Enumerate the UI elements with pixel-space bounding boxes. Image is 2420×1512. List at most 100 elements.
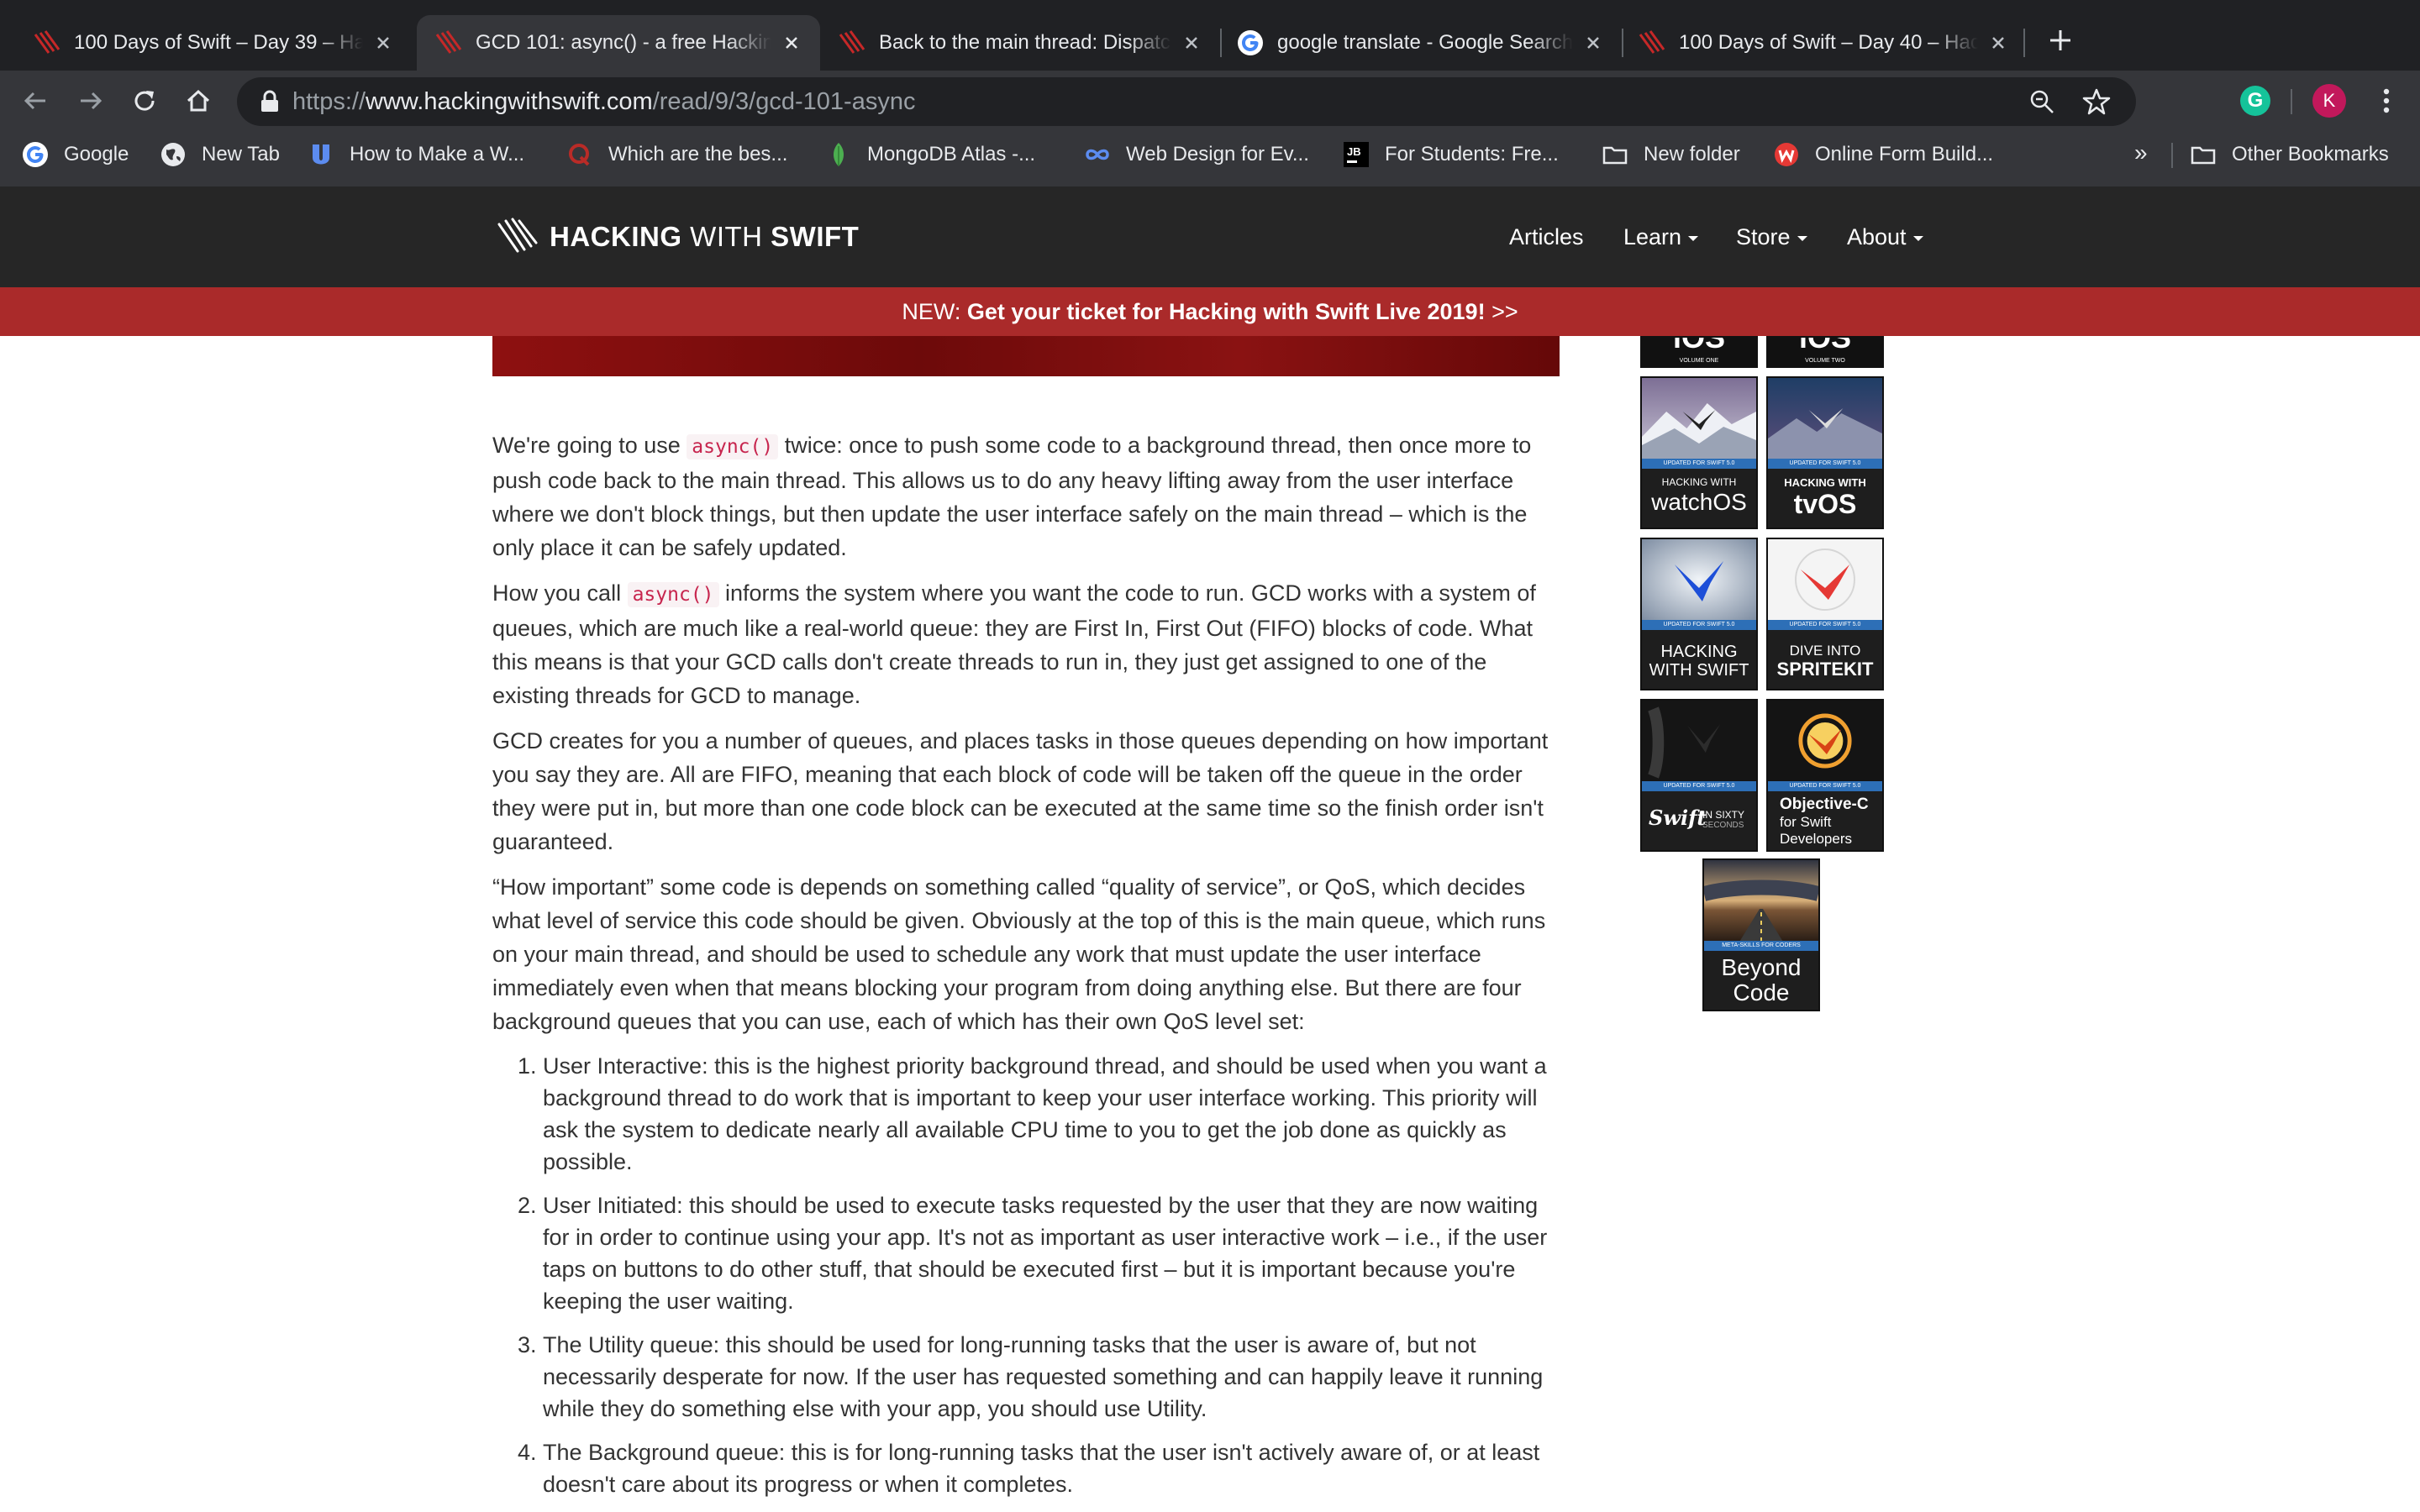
- book-hacking-with-watchos[interactable]: UPDATED FOR SWIFT 5.0 HACKING WITH watch…: [1640, 376, 1758, 529]
- book-dive-into-spritekit[interactable]: UPDATED FOR SWIFT 5.0 DIVE INTO SPRITEKI…: [1766, 538, 1884, 690]
- jetbrains-icon: JB: [1344, 142, 1369, 167]
- book-hacking-with-tvos[interactable]: UPDATED FOR SWIFT 5.0 HACKING WITH tvOS: [1766, 376, 1884, 529]
- logo-word-with: WITH: [681, 221, 771, 252]
- bookmark-other-bookmarks[interactable]: Other Bookmarks: [2190, 131, 2389, 178]
- book-title-line1: DIVE INTO: [1789, 643, 1861, 659]
- bookmark-new-folder[interactable]: New folder: [1602, 131, 1740, 178]
- browser-tab-strip: 100 Days of Swift – Day 39 – Hacking wit…: [0, 0, 2420, 71]
- infinity-icon: [1086, 149, 1109, 160]
- u-logo-icon: [313, 144, 329, 165]
- article-body: We're going to use async() twice: once t…: [492, 428, 1560, 1512]
- profile-avatar[interactable]: K: [2312, 84, 2346, 118]
- tab-day-39[interactable]: 100 Days of Swift – Day 39 – Hacking wit…: [0, 15, 412, 71]
- close-tab-icon[interactable]: [1581, 31, 1605, 55]
- zoom-icon[interactable]: [2028, 88, 2055, 115]
- book-ios-volume-two[interactable]: iOS VOLUME TWO: [1766, 336, 1884, 368]
- close-tab-icon[interactable]: [780, 31, 803, 55]
- leaf-icon: [834, 143, 844, 166]
- tab-separator: [2023, 29, 2025, 57]
- book-pretitle: HACKING WITH: [1784, 476, 1866, 489]
- new-tab-plus-icon[interactable]: [2044, 24, 2077, 57]
- inline-code: async(): [687, 434, 779, 459]
- bookmark-online-form[interactable]: Online Form Build...: [1773, 131, 1993, 178]
- tab-gcd-101[interactable]: GCD 101: async() - a free Hacking with S…: [417, 15, 820, 71]
- close-tab-icon[interactable]: [371, 31, 395, 55]
- bookmark-web-design[interactable]: Web Design for Ev...: [1084, 131, 1309, 178]
- book-band: UPDATED FOR SWIFT 5.0: [1768, 620, 1882, 630]
- tab-google-translate[interactable]: google translate - Google Search: [1222, 15, 1622, 71]
- reload-icon[interactable]: [128, 84, 161, 118]
- bookmark-label: For Students: Fre...: [1385, 143, 1559, 165]
- book-objective-c-for-swift-developers[interactable]: UPDATED FOR SWIFT 5.0 Objective-C for Sw…: [1766, 699, 1884, 852]
- globe-icon: [161, 143, 185, 166]
- hws-favicon-icon: [839, 30, 865, 54]
- logo-word-swift: SWIFT: [771, 221, 860, 252]
- bookmark-label: New folder: [1644, 143, 1740, 165]
- browser-toolbar: https://www.hackingwithswift.com/read/9/…: [0, 71, 2420, 131]
- book-title-line1: Objective-C: [1780, 795, 1869, 813]
- book-beyond-code[interactable]: META-SKILLS FOR CODERS Beyond Code: [1702, 858, 1820, 1011]
- book-cover-art: [1642, 701, 1756, 781]
- tab-title: 100 Days of Swift – Day 40 – Hacking wit…: [1679, 31, 1978, 54]
- nav-learn-dropdown[interactable]: Learn: [1623, 186, 1699, 287]
- book-cover-art: [1704, 860, 1818, 941]
- promo-prefix: NEW:: [902, 299, 967, 324]
- lock-icon[interactable]: [259, 90, 281, 113]
- url-scheme: https://: [292, 88, 366, 115]
- bookmark-label: Other Bookmarks: [2232, 143, 2389, 165]
- book-subtitle: VOLUME ONE: [1679, 358, 1719, 364]
- article-paragraph: GCD creates for you a number of queues, …: [492, 728, 1549, 854]
- url-text[interactable]: https://www.hackingwithswift.com/read/9/…: [292, 77, 915, 126]
- book-ios-volume-one[interactable]: iOS VOLUME ONE: [1640, 336, 1758, 368]
- hws-wings-logo-icon: [497, 218, 538, 253]
- tab-main-thread[interactable]: Back to the main thread: DispatchQueue.m…: [820, 15, 1220, 71]
- book-subtitle-line1: IN SIXTY: [1702, 809, 1745, 821]
- bookmark-which-are[interactable]: Which are the bes...: [566, 131, 787, 178]
- site-logo[interactable]: HACKING WITH SWIFT: [497, 212, 859, 262]
- book-title-line1: HACKING: [1660, 643, 1738, 661]
- book-cover-art: [1768, 701, 1882, 781]
- tab-day-40[interactable]: 100 Days of Swift – Day 40 – Hacking wit…: [1623, 15, 2027, 71]
- bookmark-label: New Tab: [202, 143, 280, 165]
- nav-store-dropdown[interactable]: Store: [1736, 186, 1807, 287]
- book-subtitle: VOLUME TWO: [1805, 358, 1845, 364]
- bookmarks-bar: Google New Tab How to Make a W... Which …: [0, 131, 2420, 186]
- home-icon[interactable]: [182, 84, 215, 118]
- forward-arrow-icon[interactable]: [74, 84, 108, 118]
- book-title: watchOS: [1651, 489, 1747, 515]
- hws-favicon-icon: [435, 30, 462, 54]
- bookmarks-overflow-chevron[interactable]: »: [2134, 139, 2148, 166]
- text-run: We're going to use: [492, 433, 687, 458]
- hero-image: [492, 336, 1560, 376]
- book-swift-in-sixty-seconds[interactable]: UPDATED FOR SWIFT 5.0 Swift IN SIXTY SEC…: [1640, 699, 1758, 852]
- hws-favicon-icon: [1639, 30, 1665, 54]
- back-arrow-icon[interactable]: [18, 84, 52, 118]
- book-cover-art: [1642, 539, 1756, 620]
- nav-label: Articles: [1509, 224, 1584, 249]
- close-tab-icon[interactable]: [1180, 31, 1203, 55]
- site-header: HACKING WITH SWIFT Articles Learn Store …: [0, 186, 2420, 287]
- book-cover-art: [1768, 378, 1882, 459]
- book-cover-art: [1768, 539, 1882, 620]
- bookmark-how-to-make[interactable]: How to Make a W...: [308, 131, 524, 178]
- grammarly-extension-icon[interactable]: G: [2240, 86, 2270, 116]
- bookmark-for-students[interactable]: JB For Students: Fre...: [1343, 131, 1559, 178]
- address-bar[interactable]: https://www.hackingwithswift.com/read/9/…: [237, 77, 2136, 126]
- nav-label: About: [1847, 224, 1907, 249]
- book-title-line2: Code: [1733, 979, 1790, 1005]
- bookmark-mongodb[interactable]: MongoDB Atlas -...: [825, 131, 1035, 178]
- promo-banner[interactable]: NEW: Get your ticket for Hacking with Sw…: [0, 287, 2420, 336]
- kebab-menu-icon[interactable]: [2370, 84, 2403, 118]
- url-host: www.hackingwithswift.com: [366, 88, 653, 115]
- bookmark-star-icon[interactable]: [2082, 87, 2111, 116]
- bookmark-new-tab[interactable]: New Tab: [160, 131, 280, 178]
- toolbar-separator: [2291, 89, 2292, 114]
- book-title: iOS: [1798, 336, 1851, 354]
- book-title-line2: for Swift: [1780, 814, 1832, 830]
- nav-articles[interactable]: Articles: [1509, 186, 1584, 287]
- book-hacking-with-swift[interactable]: UPDATED FOR SWIFT 5.0 HACKING WITH SWIFT: [1640, 538, 1758, 690]
- book-title-line2: SPRITEKIT: [1776, 659, 1874, 680]
- close-tab-icon[interactable]: [1986, 31, 2010, 55]
- nav-about-dropdown[interactable]: About: [1847, 186, 1923, 287]
- bookmark-google[interactable]: Google: [22, 131, 129, 178]
